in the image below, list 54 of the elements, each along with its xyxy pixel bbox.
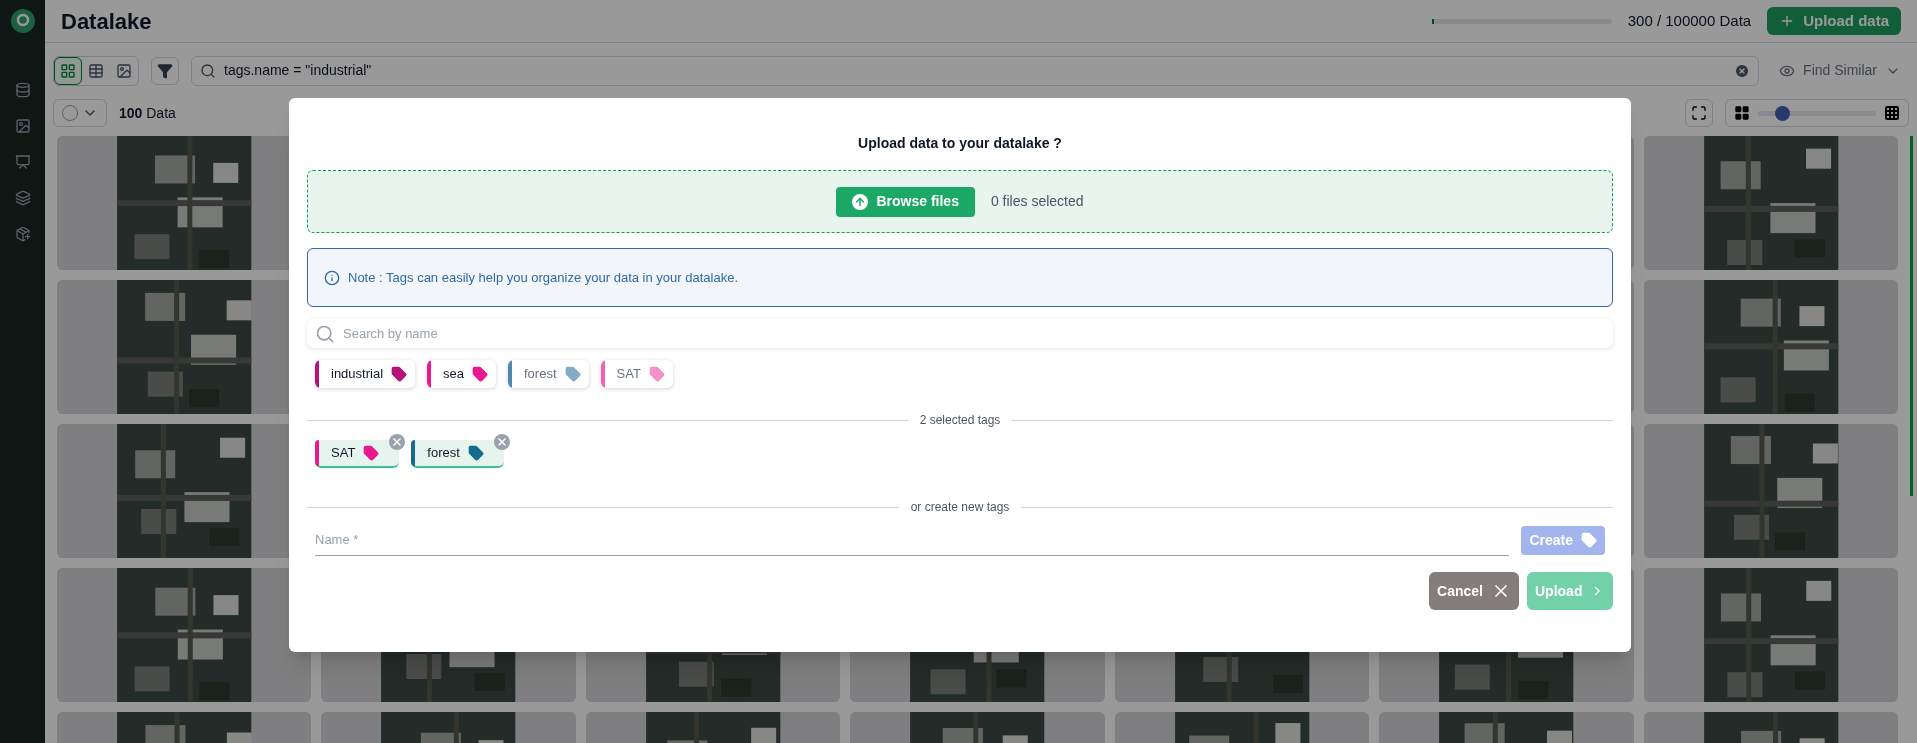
fullscreen-icon: [1691, 105, 1707, 121]
cancel-button[interactable]: Cancel: [1429, 572, 1519, 610]
tag-icon: [391, 366, 408, 382]
logo-icon[interactable]: [9, 8, 36, 34]
dialog-title: Upload data to your datalake ?: [857, 134, 1063, 153]
close-icon: [391, 436, 404, 448]
page-title: Datalake: [61, 7, 152, 36]
filter-button[interactable]: [151, 56, 179, 85]
grid-icon: [60, 62, 76, 79]
tag-chip[interactable]: industrial: [315, 360, 416, 388]
clear-icon[interactable]: [1734, 62, 1751, 79]
tag-chip[interactable]: forest: [508, 360, 589, 388]
filter-icon: [157, 62, 173, 79]
remove-tag-button[interactable]: [389, 434, 406, 450]
image-icon: [116, 62, 132, 79]
tag-chip[interactable]: SAT: [600, 360, 673, 388]
small-grid-icon: [1884, 105, 1900, 121]
large-grid-icon: [1734, 105, 1750, 121]
tag-name-field[interactable]: Name *: [315, 524, 1510, 556]
tag-icon: [564, 366, 581, 382]
query-field[interactable]: tags.name = "industrial": [191, 55, 1760, 86]
fullscreen-button[interactable]: [1685, 99, 1713, 127]
usage-reading: 300 / 100000 Data: [1627, 10, 1752, 31]
table-icon: [88, 62, 104, 79]
divider-label: or create new tags: [910, 499, 1010, 516]
browse-files-button[interactable]: Browse files: [836, 186, 975, 217]
drop-zone[interactable]: Browse files 0 files selected: [307, 170, 1613, 233]
tag-icon: [472, 366, 488, 382]
tag-search-field[interactable]: Search by name: [307, 319, 1613, 348]
view-toggle[interactable]: [54, 56, 82, 85]
data-count: 100 Data: [119, 103, 176, 123]
upload-data-button[interactable]: Upload data: [1767, 7, 1901, 35]
remove-tag-button[interactable]: [493, 434, 510, 450]
info-icon: [324, 269, 340, 286]
layers-icon[interactable]: [14, 190, 31, 206]
search-icon: [315, 324, 335, 344]
select-dropdown[interactable]: [53, 99, 107, 127]
image-icon[interactable]: [14, 118, 31, 134]
scrollbar[interactable]: [1910, 136, 1913, 496]
tag-chip[interactable]: sea: [427, 360, 496, 388]
tag-icon: [1581, 532, 1597, 548]
close-icon: [495, 436, 508, 448]
files-status: 0 files selected: [990, 192, 1084, 211]
divider-label: 2 selected tags: [919, 412, 1001, 429]
database-icon[interactable]: [14, 82, 31, 98]
box-plus-icon[interactable]: [14, 226, 31, 242]
tag-icon: [467, 445, 484, 461]
tag-icon: [363, 445, 380, 461]
presentation-icon[interactable]: [14, 154, 31, 170]
search-icon: [200, 62, 216, 79]
find-similar-button[interactable]: Find Similar: [1771, 60, 1909, 81]
note-text: Note : Tags can easily help you organize your data in your datalake.: [348, 268, 738, 287]
tag-icon: [648, 366, 665, 382]
zoom-slider-thumb[interactable]: [1774, 105, 1790, 121]
